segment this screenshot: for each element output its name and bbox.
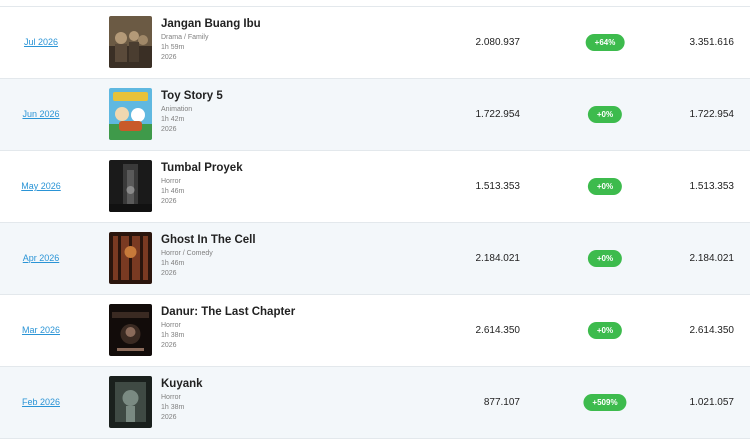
monthly-viewers: 2.614.350 bbox=[475, 325, 521, 336]
movie-info: Danur: The Last Chapter Horror 1h 38m 20… bbox=[161, 305, 421, 351]
monthly-viewers: 1.722.954 bbox=[475, 109, 521, 120]
month-link[interactable]: Jul 2026 bbox=[0, 7, 82, 78]
movie-duration: 1h 46m bbox=[161, 260, 185, 267]
change-badge: +0% bbox=[587, 106, 623, 123]
month-link[interactable]: Apr 2026 bbox=[0, 223, 82, 294]
monthly-viewers: 2.080.937 bbox=[475, 37, 521, 48]
movie-title[interactable]: Kuyank bbox=[161, 377, 421, 392]
table-row: Jun 2026 Toy Story 5 Animation 1h 42m 20… bbox=[0, 79, 750, 151]
movie-genre: Animation bbox=[161, 106, 193, 113]
movie-info: Ghost In The Cell Horror / Comedy 1h 46m… bbox=[161, 233, 421, 279]
month-link[interactable]: Feb 2026 bbox=[0, 367, 82, 438]
movie-year: 2026 bbox=[161, 414, 177, 421]
movie-duration: 1h 42m bbox=[161, 116, 185, 123]
movie-genre: Horror bbox=[161, 322, 181, 329]
table-row: Mar 2026 Danur: The Last Chapter Horror … bbox=[0, 295, 750, 367]
movie-duration: 1h 38m bbox=[161, 404, 185, 411]
change-badge: +509% bbox=[583, 394, 627, 411]
movie-poster[interactable] bbox=[109, 304, 152, 356]
movie-title[interactable]: Ghost In The Cell bbox=[161, 233, 421, 248]
month-link[interactable]: May 2026 bbox=[0, 151, 82, 222]
table-row: Feb 2026 Kuyank Horror 1h 38m 2026 877.1… bbox=[0, 367, 750, 439]
movie-title[interactable]: Toy Story 5 bbox=[161, 89, 421, 104]
total-viewers: 1.513.353 bbox=[689, 181, 735, 192]
movie-genre: Horror bbox=[161, 394, 181, 401]
month-link[interactable]: Mar 2026 bbox=[0, 295, 82, 366]
total-viewers: 2.614.350 bbox=[689, 325, 735, 336]
table-row: Apr 2026 Ghost In The Cell Horror / Come… bbox=[0, 223, 750, 295]
movie-duration: 1h 46m bbox=[161, 188, 185, 195]
total-viewers: 3.351.616 bbox=[689, 37, 735, 48]
monthly-viewers: 877.107 bbox=[483, 397, 520, 408]
movie-poster[interactable] bbox=[109, 160, 152, 212]
movie-duration: 1h 59m bbox=[161, 44, 185, 51]
movie-title[interactable]: Danur: The Last Chapter bbox=[161, 305, 421, 320]
movie-title[interactable]: Tumbal Proyek bbox=[161, 161, 421, 176]
total-viewers: 1.722.954 bbox=[689, 109, 735, 120]
movie-info: Tumbal Proyek Horror 1h 46m 2026 bbox=[161, 161, 421, 207]
table-row: May 2026 Tumbal Proyek Horror 1h 46m 202… bbox=[0, 151, 750, 223]
movie-year: 2026 bbox=[161, 126, 177, 133]
movie-year: 2026 bbox=[161, 54, 177, 61]
change-badge: +0% bbox=[587, 178, 623, 195]
monthly-viewers: 1.513.353 bbox=[475, 181, 521, 192]
movie-year: 2026 bbox=[161, 342, 177, 349]
movie-info: Kuyank Horror 1h 38m 2026 bbox=[161, 377, 421, 423]
movie-duration: 1h 38m bbox=[161, 332, 185, 339]
movie-year: 2026 bbox=[161, 270, 177, 277]
movie-title[interactable]: Jangan Buang Ibu bbox=[161, 17, 421, 32]
movie-info: Toy Story 5 Animation 1h 42m 2026 bbox=[161, 89, 421, 135]
movie-poster[interactable] bbox=[109, 88, 152, 140]
movie-year: 2026 bbox=[161, 198, 177, 205]
table-row: Jul 2026 Jangan Buang Ibu Drama / Family… bbox=[0, 7, 750, 79]
monthly-viewers: 2.184.021 bbox=[475, 253, 521, 264]
movie-poster[interactable] bbox=[109, 232, 152, 284]
total-viewers: 2.184.021 bbox=[689, 253, 735, 264]
movie-info: Jangan Buang Ibu Drama / Family 1h 59m 2… bbox=[161, 17, 421, 63]
movie-genre: Drama / Family bbox=[161, 34, 209, 41]
change-badge: +64% bbox=[585, 34, 625, 51]
change-badge: +0% bbox=[587, 250, 623, 267]
movie-genre: Horror / Comedy bbox=[161, 250, 213, 257]
change-badge: +0% bbox=[587, 322, 623, 339]
movie-genre: Horror bbox=[161, 178, 181, 185]
total-viewers: 1.021.057 bbox=[689, 397, 735, 408]
movie-poster[interactable] bbox=[109, 376, 152, 428]
month-link[interactable]: Jun 2026 bbox=[0, 79, 82, 150]
movie-poster[interactable] bbox=[109, 16, 152, 68]
box-office-table: Jul 2026 Jangan Buang Ibu Drama / Family… bbox=[0, 6, 750, 439]
